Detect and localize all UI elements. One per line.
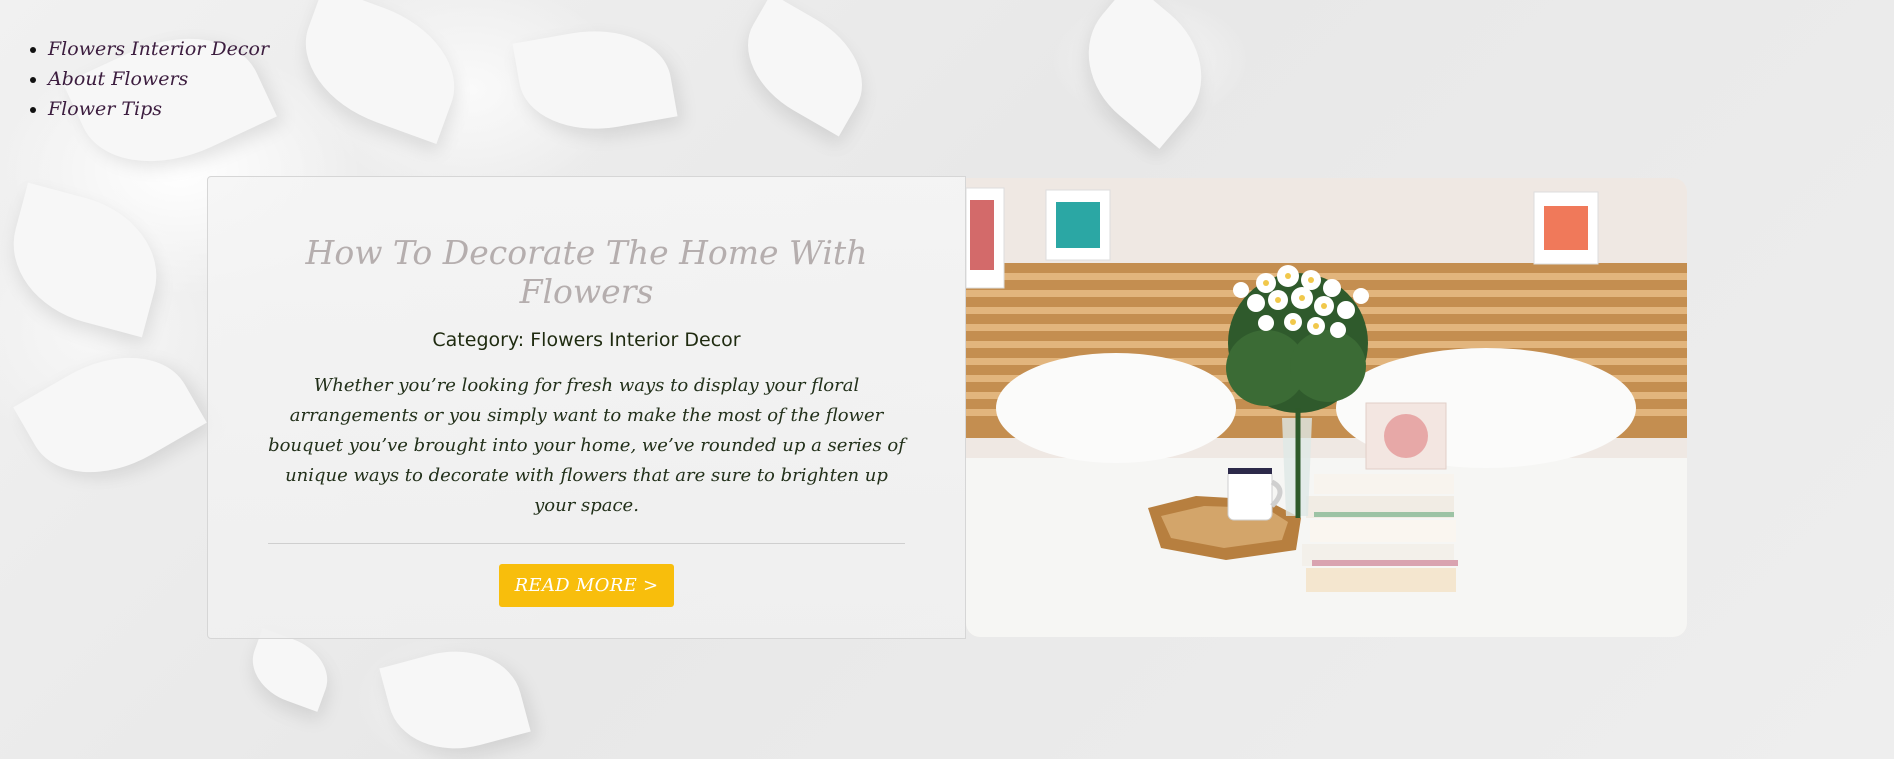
nav-item-flowers-interior-decor: Flowers Interior Decor (48, 34, 269, 64)
post-card-text-panel: How To Decorate The Home With Flowers Ca… (207, 176, 966, 639)
nav-link[interactable]: Flowers Interior Decor (48, 38, 269, 60)
post-excerpt: Whether you’re looking for fresh ways to… (268, 375, 905, 516)
framed-picture (966, 187, 1005, 289)
paper-leaf-decoration (286, 0, 474, 145)
framed-picture (1533, 191, 1599, 265)
gift-box (1365, 402, 1447, 470)
nav-item-flower-tips: Flower Tips (48, 94, 269, 124)
post-category: Category: Flowers Interior Decor (432, 329, 741, 351)
post-image (966, 178, 1687, 637)
paper-leaf-decoration (726, 0, 884, 137)
paper-leaf-decoration (242, 628, 338, 712)
coffee-mug (1227, 468, 1283, 521)
paper-leaf-decoration (512, 17, 678, 143)
paper-leaf-decoration (13, 327, 207, 503)
post-card: How To Decorate The Home With Flowers Ca… (207, 176, 1687, 639)
divider (268, 543, 905, 544)
paper-leaf-decoration (1059, 0, 1231, 149)
read-more-button[interactable]: READ MORE > (498, 564, 675, 607)
main-nav: Flowers Interior Decor About Flowers Flo… (20, 34, 269, 124)
paper-leaf-decoration (0, 182, 173, 338)
bedroom-flowers-photo (966, 178, 1687, 637)
nav-link[interactable]: About Flowers (48, 68, 188, 90)
book-stack (1302, 474, 1458, 592)
nav-item-about-flowers: About Flowers (48, 64, 269, 94)
paper-leaf-decoration (379, 634, 531, 759)
post-title: How To Decorate The Home With Flowers (305, 233, 868, 311)
framed-picture (1045, 189, 1111, 261)
nav-link[interactable]: Flower Tips (48, 98, 162, 120)
pillow (996, 353, 1236, 463)
